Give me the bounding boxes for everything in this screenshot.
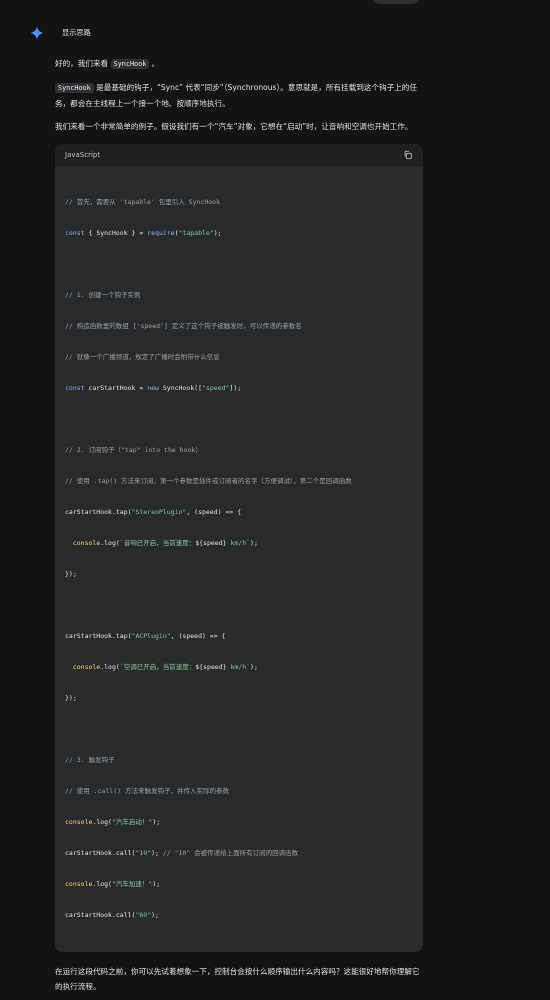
code-line: // 2. 订阅钩子（"tap" into the hook）	[65, 445, 202, 454]
code-token: "10"	[135, 849, 152, 858]
code-token: "speed"	[202, 383, 230, 392]
code-token: const	[65, 228, 85, 237]
code-line: // 3. 触发钩子	[65, 756, 115, 765]
code-token: require	[147, 228, 175, 237]
code-line: console.log("汽车启动！");	[65, 818, 161, 827]
code-line: console.log("汽车加速！");	[65, 880, 161, 889]
code-line: carStartHook.tap("ACPlugin", (speed) => …	[65, 632, 226, 641]
code-token: console	[72, 539, 101, 548]
code-line: const carStartHook = new SyncHook(["spee…	[65, 383, 242, 392]
code-token: new	[147, 383, 159, 392]
code-line: // 使用 .tap() 方法来订阅，第一个参数是插件或订阅者的名字（方便调试）…	[65, 476, 352, 485]
code-line: });	[65, 570, 77, 579]
code-block-header: JavaScript	[55, 144, 423, 166]
intro-text: 好的，我们来看	[55, 59, 111, 68]
gemini-spark-icon	[30, 26, 44, 40]
code-line: // 1. 创建一个钩子实例	[65, 290, 141, 299]
code-token: "汽车启动！"	[111, 818, 153, 827]
top-pill	[372, 0, 420, 4]
code-body: // 首先，需要从 'tapable' 包里引入 SyncHook const …	[55, 166, 423, 953]
code-token: km/h`	[226, 663, 251, 672]
code-token: // "10" 会被传递给上面所有订阅的回调函数	[162, 849, 299, 858]
code-token: "tapable"	[178, 228, 214, 237]
code-token: console	[72, 663, 101, 672]
intro-paragraph-2: SyncHook 是最基础的钩子，“Sync” 代表“同步”（Synchrono…	[55, 80, 425, 111]
code-token: "ACPlugin"	[131, 632, 171, 641]
inline-code: SyncHook	[110, 59, 150, 69]
code-token: "60"	[135, 911, 152, 920]
code-token: const	[65, 383, 85, 392]
intro-text: 。	[149, 59, 160, 68]
show-thinking-toggle[interactable]: 显示思路	[30, 25, 91, 41]
code-token: "StereoPlugin"	[131, 508, 187, 516]
code-line: console.log(`音响已开启，当前速度：${speed} km/h`);	[72, 539, 258, 548]
code-line: // 就像一个广播频道，规定了广播时会附带什么信息	[65, 352, 220, 361]
intro-text: 是最基础的钩子，“Sync” 代表“同步”（Synchronous）。意思就是，…	[55, 83, 417, 108]
intro-paragraph-3: 我们来看一个非常简单的例子。假设我们有一个“汽车”对象，它想在“启动”时，让音响…	[55, 122, 413, 131]
code-line: // 构造函数里的数组 ['speed'] 定义了这个钩子被触发时，可以传递的参…	[65, 321, 302, 330]
code-line: const { SyncHook } = require("tapable");	[65, 228, 222, 237]
code-token: "汽车加速！"	[111, 880, 153, 889]
outro-paragraph: 在运行这段代码之前，你可以先试着想象一下，控制台会按什么顺序输出什么内容吗？这能…	[55, 967, 420, 992]
intro-paragraph-1: 好的，我们来看 SyncHook 。	[55, 56, 425, 72]
response-content: 好的，我们来看 SyncHook 。 SyncHook 是最基础的钩子，“Syn…	[55, 56, 425, 1000]
copy-icon[interactable]	[403, 150, 413, 160]
inline-code: SyncHook	[55, 83, 94, 93]
code-token: console	[65, 818, 93, 827]
code-line: console.log(`空调已开启，当前速度：${speed} km/h`);	[72, 663, 258, 672]
code-line: carStartHook.tap("StereoPlugin", (speed)…	[65, 508, 242, 516]
code-token: km/h`	[226, 539, 251, 548]
code-token: `音响已开启，当前速度：	[119, 539, 196, 548]
code-language-label: JavaScript	[65, 150, 101, 159]
code-line: carStartHook.call("10"); // "10" 会被传递给上面…	[65, 849, 299, 858]
code-token: `空调已开启，当前速度：	[119, 663, 196, 672]
code-token: console	[65, 880, 93, 889]
code-block: JavaScript // 首先，需要从 'tapable' 包里引入 Sync…	[55, 144, 423, 953]
code-line: // 使用 .call() 方法来触发钩子，并传入实际的参数	[65, 787, 229, 796]
code-line: carStartHook.call("60");	[65, 911, 159, 920]
show-thinking-label: 显示思路	[62, 28, 91, 37]
code-line: // 首先，需要从 'tapable' 包里引入 SyncHook	[65, 197, 221, 206]
code-line: });	[65, 694, 77, 703]
